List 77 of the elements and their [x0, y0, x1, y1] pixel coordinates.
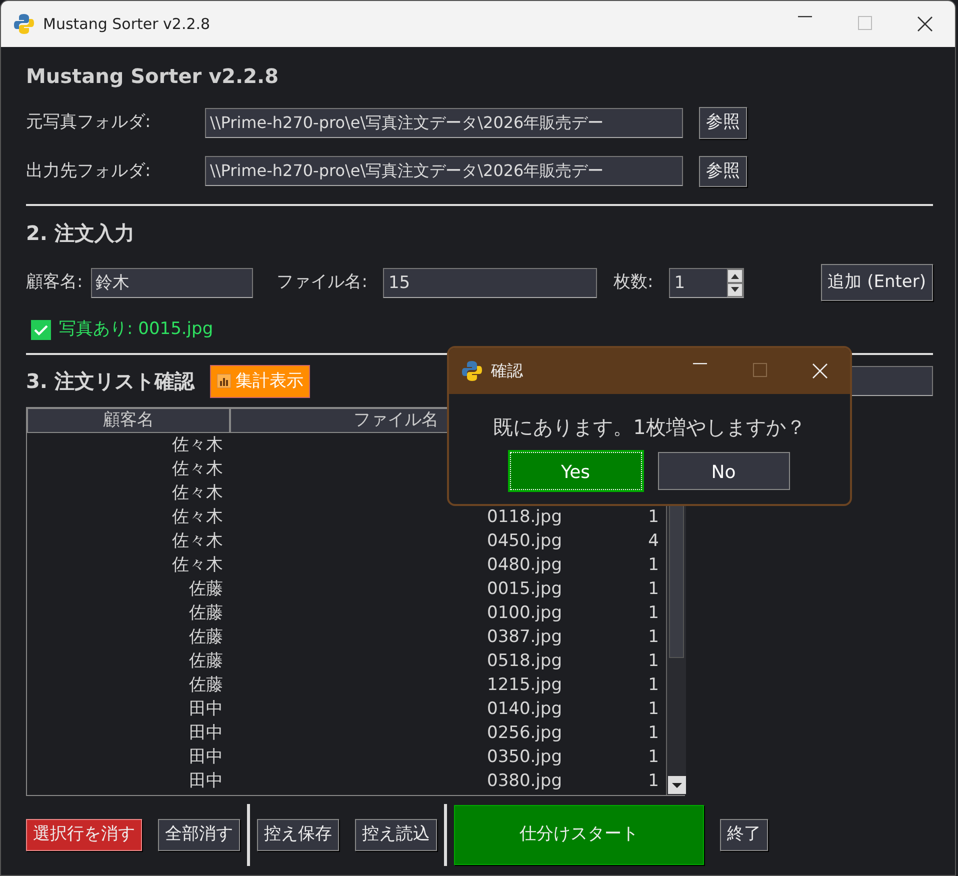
photo-status-text: 写真あり: 0015.jpg	[59, 318, 214, 341]
table-cell-text: 佐々木	[171, 554, 223, 577]
table-cell-text: 0350.jpg	[486, 746, 562, 769]
bar-chart-icon	[217, 374, 232, 388]
action-button[interactable]: 終了	[720, 819, 768, 851]
python-logo-icon	[13, 13, 35, 35]
field-label: 元写真フォルダ:	[26, 111, 151, 134]
close-icon[interactable]	[917, 16, 933, 32]
table-cell-text: 佐々木	[171, 530, 223, 553]
table-cell-text: 佐藤	[188, 626, 223, 649]
yes-button[interactable]: Yes	[510, 452, 642, 490]
table-cell-text: 佐々木	[171, 506, 223, 529]
table-cell-text: 佐々木	[171, 434, 223, 457]
field-label: 枚数:	[613, 270, 654, 294]
browse-button[interactable]: 参照	[699, 107, 747, 138]
table-cell-text: 0518.jpg	[486, 650, 562, 673]
app-title: Mustang Sorter v2.2.8	[26, 63, 280, 90]
table-cell-text: 1	[647, 578, 659, 601]
table-cell-text: 田中	[188, 770, 223, 793]
python-logo-icon	[461, 360, 483, 382]
customer-field[interactable]: 鈴木	[90, 268, 253, 298]
table-cell-text: 0100.jpg	[486, 602, 562, 625]
table-cell-text: 田中	[188, 698, 223, 721]
browse-button[interactable]: 参照	[699, 156, 747, 187]
table-cell-text: 1	[647, 770, 659, 793]
checkbox[interactable]	[31, 320, 51, 340]
table-cell-text: 佐藤	[188, 602, 223, 625]
table-cell-text: 0380.jpg	[486, 770, 562, 793]
minimize-icon[interactable]	[693, 363, 707, 365]
table-cell-text: 0480.jpg	[486, 554, 562, 577]
count-value: 1	[674, 272, 686, 294]
no-button[interactable]: No	[658, 452, 790, 490]
start-button[interactable]: 仕分けスタート	[454, 805, 704, 865]
field-label: 出力先フォルダ:	[26, 160, 151, 182]
table-cell-text: 0118.jpg	[486, 506, 562, 529]
field-label: 顧客名:	[26, 270, 83, 294]
delete-selected-button[interactable]: 選択行を消す	[26, 819, 142, 851]
folder-field[interactable]: \\Prime-h270-pro\e\写真注文データ\2026年販売デー	[205, 156, 683, 186]
table-cell-text: 田中	[188, 722, 223, 745]
table-cell-text: 0450.jpg	[486, 530, 562, 553]
table-cell-text: 1	[647, 650, 659, 673]
table-cell-text: 佐藤	[188, 650, 223, 673]
table-cell-text: 0140.jpg	[486, 698, 562, 721]
table-cell-text: 1	[647, 698, 659, 721]
column-header[interactable]: 顧客名	[27, 408, 230, 433]
table-cell-text: 1	[647, 674, 659, 697]
table-cell-text: 1	[647, 626, 659, 649]
table-cell-text: 佐藤	[188, 674, 223, 697]
table-cell-text: 4	[647, 530, 659, 553]
scroll-down-icon[interactable]	[668, 776, 686, 794]
table-cell-text: 1	[647, 722, 659, 745]
add-button[interactable]: 追加 (Enter)	[820, 264, 933, 301]
table-cell-text: 1	[647, 602, 659, 625]
folder-field[interactable]: \\Prime-h270-pro\e\写真注文データ\2026年販売デー	[205, 108, 683, 138]
window-title: Mustang Sorter v2.2.8	[43, 14, 210, 35]
count-spinbox[interactable]: 1	[669, 268, 744, 298]
table-cell-text: 佐藤	[188, 578, 223, 601]
file-name-field[interactable]: 15	[383, 268, 598, 298]
table-cell-text: 1	[647, 506, 659, 529]
dialog-title: 確認	[491, 360, 523, 382]
table-cell-text: 0387.jpg	[486, 626, 562, 649]
field-label: ファイル名:	[276, 270, 368, 294]
spin-arrows-icon[interactable]	[727, 268, 744, 296]
table-cell-text: 佐々木	[171, 458, 223, 481]
action-button[interactable]: 控え読込	[355, 819, 437, 851]
table-cell-text: 佐々木	[171, 482, 223, 505]
action-button[interactable]: 控え保存	[257, 819, 339, 851]
table-cell-text: 1	[647, 746, 659, 769]
table-cell-text: 1	[647, 554, 659, 577]
section-title: 3. 注文リスト確認	[26, 368, 194, 396]
table-cell-text: 0015.jpg	[486, 578, 562, 601]
section-title: 2. 注文入力	[26, 220, 136, 247]
action-button[interactable]: 全部消す	[158, 819, 240, 851]
table-cell-text: 0256.jpg	[486, 722, 562, 745]
minimize-icon[interactable]	[798, 16, 812, 18]
table-cell-text: 田中	[188, 746, 223, 769]
table-cell-text: 1215.jpg	[486, 674, 562, 697]
